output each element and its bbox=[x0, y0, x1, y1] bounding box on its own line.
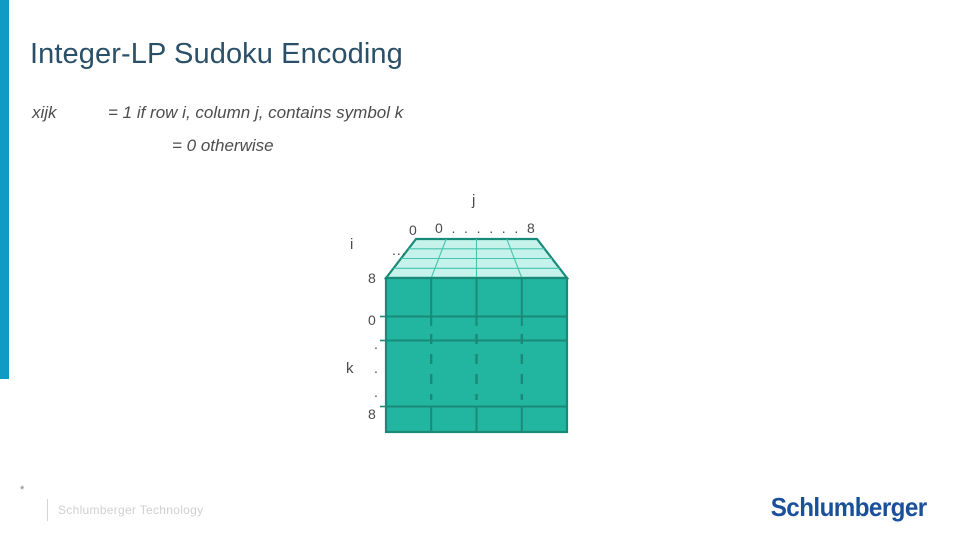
sudoku-cube-diagram: j i k 0 ... 8 0 . . . . . . 8 0 . . . 8 bbox=[330, 192, 600, 444]
tick-i-dots: ... bbox=[392, 242, 407, 258]
axis-label-k: k bbox=[346, 360, 354, 377]
footer-text: Schlumberger Technology bbox=[58, 503, 204, 517]
axis-label-j: j bbox=[472, 192, 476, 209]
axis-label-i: i bbox=[350, 236, 354, 253]
definition-condition-true: = 1 if row i, column j, contains symbol … bbox=[108, 103, 404, 122]
tick-j-range: 0 . . . . . . 8 bbox=[435, 220, 538, 236]
page-title: Integer-LP Sudoku Encoding bbox=[30, 38, 403, 70]
tick-k-dot-3: . bbox=[374, 384, 378, 400]
schlumberger-logo: Schlumberger bbox=[771, 492, 927, 522]
definition-block: xijk = 1 if row i, column j, contains sym… bbox=[32, 104, 403, 121]
definition-line-1: xijk = 1 if row i, column j, contains sym… bbox=[32, 104, 403, 121]
footer-page-number: * bbox=[20, 484, 25, 496]
tick-k-dot-2: . bbox=[374, 360, 378, 376]
tick-i-start: 0 bbox=[409, 222, 417, 238]
tick-k-end: 8 bbox=[368, 406, 376, 422]
tick-k-dot-1: . bbox=[374, 336, 378, 352]
left-accent-bar bbox=[0, 0, 9, 379]
definition-condition-false: = 0 otherwise bbox=[172, 136, 274, 155]
tick-i-end: 8 bbox=[368, 270, 376, 286]
tick-k-start: 0 bbox=[368, 312, 376, 328]
variable-name: xijk bbox=[32, 103, 57, 122]
footer-divider bbox=[47, 499, 48, 521]
